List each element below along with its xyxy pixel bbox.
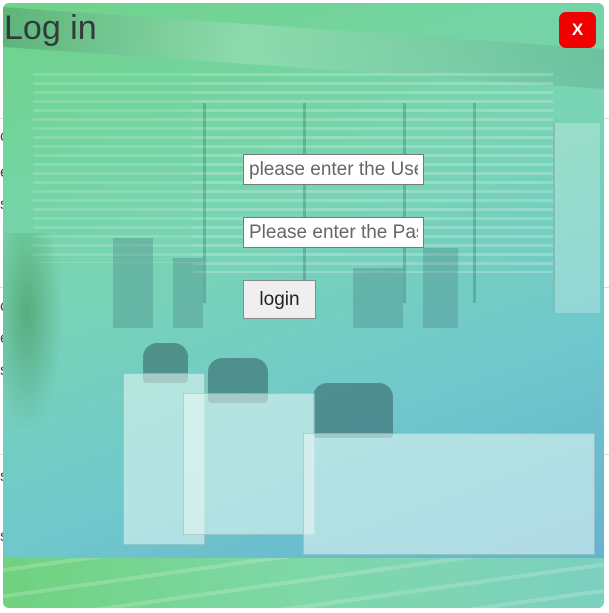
scene-window-frame <box>203 103 206 303</box>
scene-window-frame <box>403 103 406 303</box>
close-button[interactable]: X <box>559 12 596 48</box>
modal-title: Log in <box>4 9 97 47</box>
scene-window-frame <box>473 103 476 303</box>
password-input[interactable] <box>243 217 424 248</box>
login-modal: Log in X login <box>3 3 604 558</box>
scene-desk <box>183 393 315 535</box>
scene-building <box>173 258 203 328</box>
scene-desk <box>303 433 595 555</box>
scene-building <box>113 238 153 328</box>
close-icon: X <box>571 20 584 39</box>
page: c e s c e s s s Log in <box>0 0 609 613</box>
scene-window-frame <box>303 103 306 303</box>
scene-building <box>423 248 458 328</box>
background-image-strip <box>3 558 604 608</box>
scene-building <box>353 268 403 328</box>
scene-chair <box>313 383 393 438</box>
login-button[interactable]: login <box>243 280 316 319</box>
username-input[interactable] <box>243 154 424 185</box>
scene-plant <box>3 233 63 433</box>
scene-column <box>553 123 600 313</box>
